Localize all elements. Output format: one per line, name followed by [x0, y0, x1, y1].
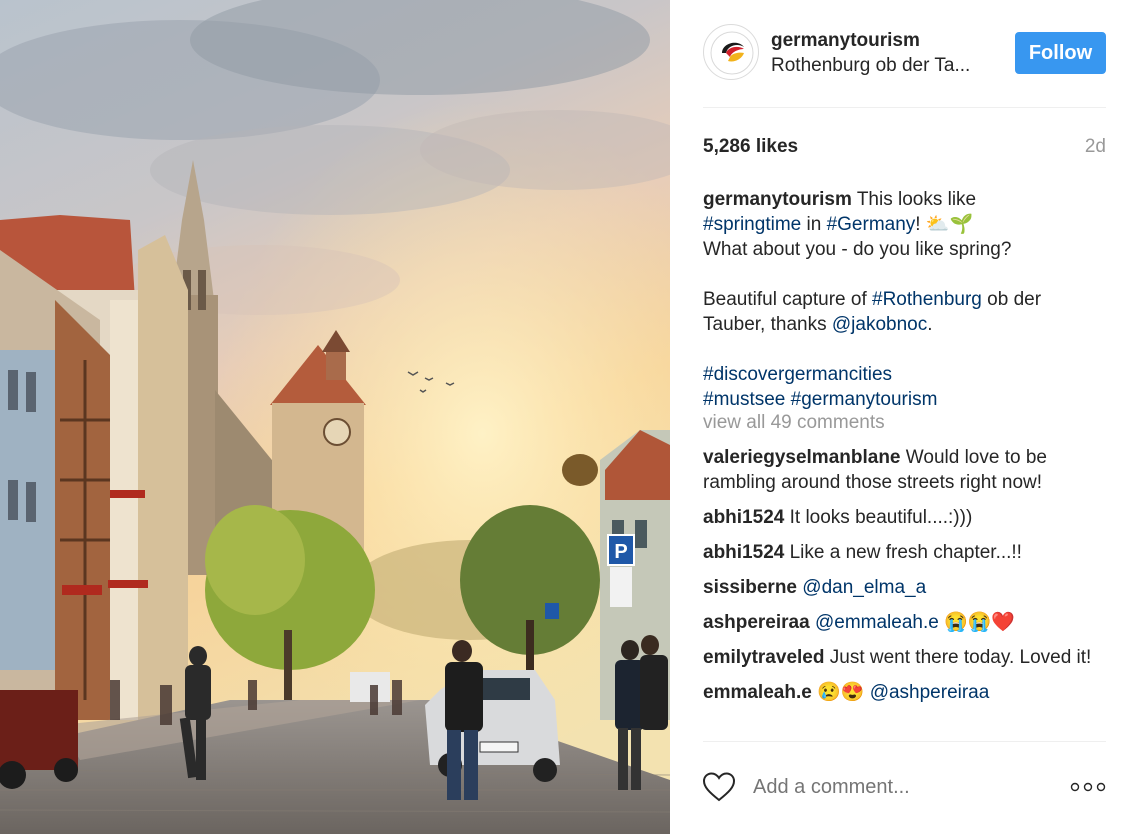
avatar[interactable]	[703, 24, 759, 80]
comment-username[interactable]: emmaleah.e	[703, 682, 812, 703]
caption-text: .	[927, 314, 933, 335]
comment-text: It looks beautiful....:)))	[789, 507, 973, 528]
hashtag-link[interactable]: #discovergermancities	[703, 364, 892, 385]
post-timestamp[interactable]: 2d	[1085, 136, 1106, 158]
comment-username[interactable]: valeriegyselmanblane	[703, 447, 901, 468]
hashtag-link[interactable]: #Germany	[827, 214, 916, 235]
caption-line-2: #springtime in #Germany! ⛅🌱	[703, 212, 1113, 237]
location-link[interactable]: Rothenburg ob der Ta...	[771, 55, 970, 77]
comment-username[interactable]: abhi1524	[703, 507, 784, 528]
caption-text: ! ⛅🌱	[915, 214, 974, 235]
comments-list[interactable]: germanytourism This looks like #springti…	[703, 187, 1113, 740]
follow-button[interactable]: Follow	[1015, 32, 1106, 74]
mention-link[interactable]: @dan_elma_a	[802, 577, 926, 598]
comment: abhi1524 Like a new fresh chapter...!!	[703, 540, 1113, 565]
comment: emilytraveled Just went there today. Lov…	[703, 645, 1113, 670]
caption-gap	[703, 262, 1113, 287]
hashtag-link[interactable]: #springtime	[703, 214, 801, 235]
likes-count[interactable]: 5,286 likes	[703, 136, 798, 158]
caption-line-5: Beautiful capture of #Rothenburg ob der	[703, 287, 1113, 312]
caption-line-1: germanytourism This looks like	[703, 187, 1113, 212]
comment-text: Just went there today. Loved it!	[829, 647, 1092, 668]
caption-line-8: #discovergermancities	[703, 362, 1113, 387]
hashtag-link[interactable]: #germanytourism	[791, 389, 938, 410]
post-details-panel: germanytourism Rothenburg ob der Ta... F…	[670, 0, 1135, 834]
post-photo[interactable]: P	[0, 0, 670, 834]
comment-username[interactable]: sissiberne	[703, 577, 797, 598]
caption-text: ob der	[981, 289, 1042, 310]
caption-username[interactable]: germanytourism	[703, 189, 852, 210]
comment-username[interactable]: ashpereiraa	[703, 612, 810, 633]
post-footer	[703, 741, 1106, 834]
comment: ashpereiraa @emmaleah.e 😭😭❤️	[703, 610, 1113, 635]
caption-text: This looks like	[856, 189, 977, 210]
comment-username[interactable]: abhi1524	[703, 542, 784, 563]
comment: emmaleah.e 😢😍 @ashpereiraa	[703, 680, 1113, 705]
add-comment-input[interactable]	[753, 776, 1053, 799]
comment-text: Like a new fresh chapter...!!	[789, 542, 1022, 563]
username[interactable]: germanytourism	[771, 30, 920, 52]
comment-username[interactable]: emilytraveled	[703, 647, 824, 668]
caption-text: Beautiful capture of	[703, 289, 872, 310]
caption-line-9: #mustsee #germanytourism	[703, 387, 1113, 412]
comment: valeriegyselmanblane Would love to be ra…	[703, 445, 1113, 495]
more-options-icon[interactable]	[1070, 782, 1106, 792]
comment-emoji: 😭😭❤️	[944, 612, 1016, 633]
caption-text: in	[801, 214, 827, 235]
caption-gap	[703, 337, 1113, 362]
comment-emoji: 😢😍	[817, 682, 865, 703]
mention-link[interactable]: @emmaleah.e	[815, 612, 939, 633]
mention-link[interactable]: @jakobnoc	[832, 314, 927, 335]
parking-sign: P	[614, 541, 627, 563]
likes-row: 5,286 likes 2d	[703, 136, 1106, 160]
mention-link[interactable]: @ashpereiraa	[870, 682, 990, 703]
hashtag-link[interactable]: #Rothenburg	[872, 289, 982, 310]
hashtag-link[interactable]: #mustsee	[703, 389, 785, 410]
heart-icon[interactable]	[703, 772, 735, 802]
caption-text: Tauber, thanks	[703, 314, 832, 335]
view-all-comments-link[interactable]: view all 49 comments	[703, 410, 1113, 435]
logo-icon	[710, 31, 754, 75]
caption-line-6: Tauber, thanks @jakobnoc.	[703, 312, 1113, 337]
caption-line-3: What about you - do you like spring?	[703, 239, 1012, 260]
comment: abhi1524 It looks beautiful....:)))	[703, 505, 1113, 530]
comment: sissiberne @dan_elma_a	[703, 575, 1113, 600]
post-header: germanytourism Rothenburg ob der Ta... F…	[703, 24, 1106, 108]
